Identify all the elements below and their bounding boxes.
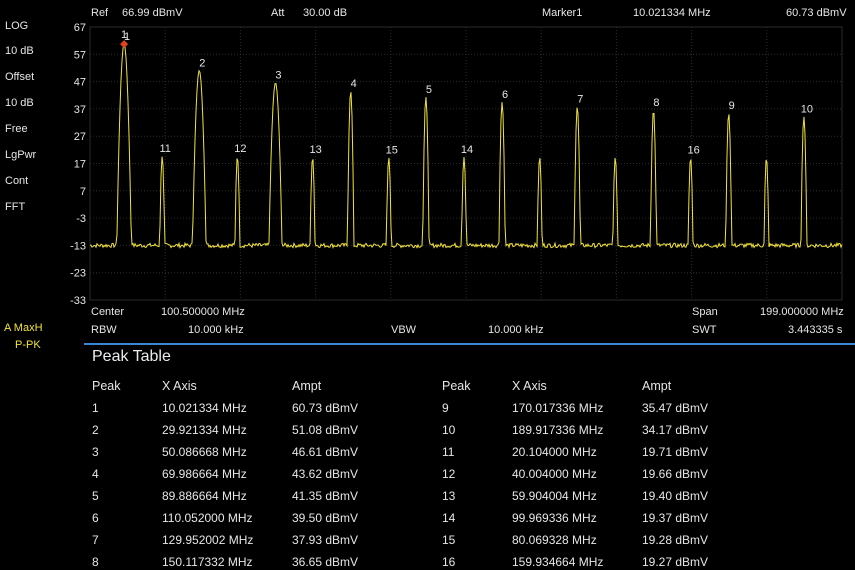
peak-x-axis: 10.021334 MHz — [162, 401, 247, 415]
peak-label-7: 7 — [577, 93, 583, 105]
y-tick-label: 27 — [74, 131, 86, 143]
peak-number: 15 — [442, 533, 456, 547]
vbw-label: VBW — [391, 324, 417, 336]
peak-x-axis: 189.917336 MHz — [512, 423, 604, 437]
marker-label: 1 — [121, 29, 127, 41]
y-tick-label: 37 — [74, 104, 86, 116]
peak-ampt: 39.50 dBmV — [292, 511, 359, 525]
peak-ampt: 19.37 dBmV — [642, 511, 709, 525]
peak-x-axis: 170.017336 MHz — [512, 401, 604, 415]
peak-label-13: 13 — [309, 144, 321, 156]
peak-ampt: 60.73 dBmV — [292, 401, 359, 415]
peak-number: 2 — [92, 423, 99, 437]
peak-ampt: 37.93 dBmV — [292, 533, 359, 547]
y-tick-label: 7 — [80, 186, 86, 198]
peak-x-axis: 89.886664 MHz — [162, 489, 247, 503]
peak-ampt: 46.61 dBmV — [292, 445, 359, 459]
y-tick-label: -33 — [70, 295, 86, 307]
peak-table-title: Peak Table — [92, 348, 171, 365]
xaxis-header-right: X Axis — [512, 379, 547, 393]
y-tick-label: -13 — [70, 240, 86, 252]
peak-ampt: 19.66 dBmV — [642, 467, 709, 481]
y-tick-label: 47 — [74, 77, 86, 89]
peak-number: 7 — [92, 533, 99, 547]
peak-labels: 12345 6 7 8 9 1011 12 13 1415 16 — [124, 31, 813, 156]
peak-number: 14 — [442, 511, 456, 525]
peak-x-axis: 20.104000 MHz — [512, 445, 597, 459]
peak-label-2: 2 — [199, 57, 205, 69]
xaxis-header-left: X Axis — [162, 379, 197, 393]
peak-label-6: 6 — [502, 89, 508, 101]
y-tick-label: 67 — [74, 22, 86, 34]
peak-label-10: 10 — [801, 104, 813, 116]
peak-label-8: 8 — [653, 97, 659, 109]
vbw-value: 10.000 kHz — [488, 324, 544, 336]
swt-value: 3.443335 s — [788, 324, 843, 336]
rbw-label: RBW — [91, 324, 117, 336]
peak-x-axis: 159.934664 MHz — [512, 555, 604, 569]
peak-label-11: 11 — [159, 143, 170, 155]
peak-number: 8 — [92, 555, 99, 569]
peak-x-axis: 99.969336 MHz — [512, 511, 597, 525]
peak-ampt: 51.08 dBmV — [292, 423, 359, 437]
rbw-value: 10.000 kHz — [188, 324, 244, 336]
peak-x-axis: 50.086668 MHz — [162, 445, 247, 459]
peak-ampt: 19.40 dBmV — [642, 489, 709, 503]
peak-header-left: Peak — [92, 379, 121, 393]
ampt-header-right: Ampt — [642, 379, 672, 393]
peak-number: 16 — [442, 555, 456, 569]
y-tick-label: 17 — [74, 159, 86, 171]
peak-label-9: 9 — [729, 100, 735, 112]
marker-1: 1 — [120, 29, 129, 49]
span-value: 199.000000 MHz — [760, 306, 844, 318]
peak-ampt: 19.27 dBmV — [642, 555, 709, 569]
ampt-header-left: Ampt — [292, 379, 322, 393]
peak-x-axis: 110.052000 MHz — [162, 511, 253, 525]
y-tick-label: -3 — [76, 213, 86, 225]
peak-x-axis: 59.904004 MHz — [512, 489, 597, 503]
peak-number: 5 — [92, 489, 99, 503]
peak-number: 4 — [92, 467, 99, 481]
peak-x-axis: 40.004000 MHz — [512, 467, 597, 481]
peak-number: 13 — [442, 489, 456, 503]
center-label: Center — [91, 306, 125, 318]
peak-number: 12 — [442, 467, 456, 481]
peak-ampt: 19.71 dBmV — [642, 445, 709, 459]
peak-x-axis: 129.952002 MHz — [162, 533, 254, 547]
peak-ampt: 35.47 dBmV — [642, 401, 709, 415]
span-label: Span — [692, 306, 718, 318]
peak-x-axis: 150.117332 MHz — [162, 555, 253, 569]
center-value: 100.500000 MHz — [161, 306, 245, 318]
y-tick-label: 57 — [74, 49, 86, 61]
swt-label: SWT — [692, 324, 717, 336]
peak-ampt: 19.28 dBmV — [642, 533, 709, 547]
peak-label-15: 15 — [386, 144, 398, 156]
peak-label-4: 4 — [351, 78, 357, 90]
peak-label-16: 16 — [687, 144, 699, 156]
peak-number: 10 — [442, 423, 456, 437]
peak-header-right: Peak — [442, 379, 471, 393]
peak-x-axis: 80.069328 MHz — [512, 533, 597, 547]
peak-ampt: 36.65 dBmV — [292, 555, 359, 569]
peak-label-14: 14 — [461, 144, 473, 156]
peak-label-5: 5 — [426, 84, 432, 96]
spectrum-plot: 6757473727177-3-13-23-33 12345 6 7 8 9 1011 12… — [70, 22, 843, 307]
peak-ampt: 43.62 dBmV — [292, 467, 359, 481]
section-divider — [84, 343, 855, 345]
peak-number: 11 — [442, 445, 455, 459]
peak-label-12: 12 — [234, 143, 246, 155]
peak-ampt: 41.35 dBmV — [292, 489, 359, 503]
peak-number: 6 — [92, 511, 99, 525]
y-axis-ticks: 67 57 47 37 27 17 7 -3 -13 -23 -33 — [70, 22, 86, 307]
peak-ampt: 34.17 dBmV — [642, 423, 709, 437]
peak-x-axis: 69.986664 MHz — [162, 467, 247, 481]
y-tick-label: -23 — [70, 268, 86, 280]
peak-label-3: 3 — [275, 70, 281, 82]
peak-number: 9 — [442, 401, 449, 415]
peak-x-axis: 29.921334 MHz — [162, 423, 247, 437]
peak-number: 3 — [92, 445, 99, 459]
peak-number: 1 — [92, 401, 99, 415]
